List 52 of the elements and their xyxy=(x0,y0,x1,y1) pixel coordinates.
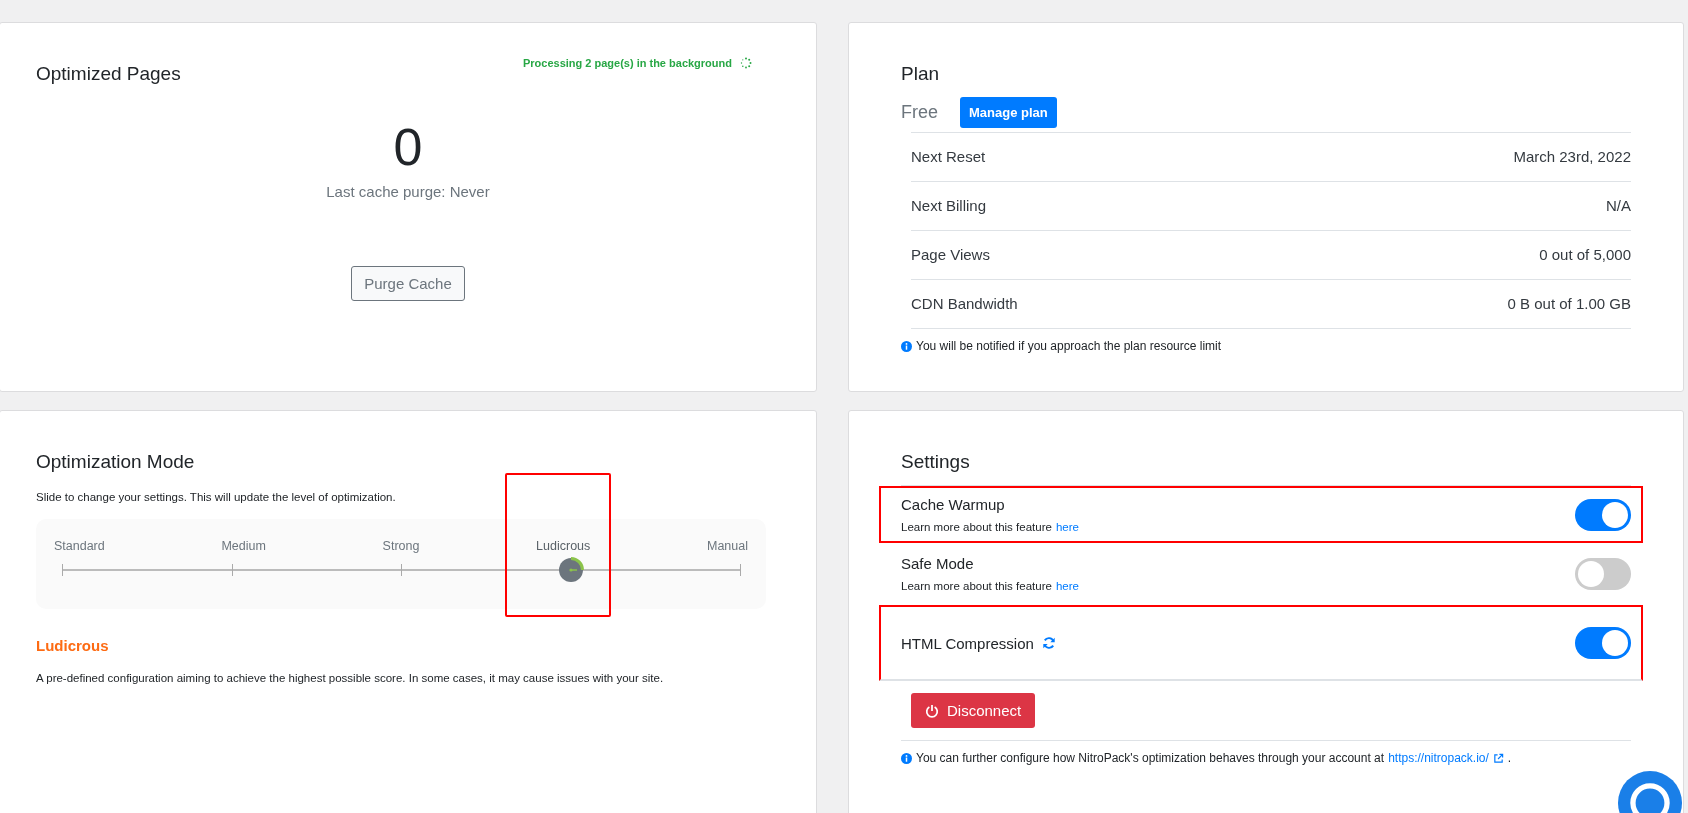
slider-stop-label[interactable]: Standard xyxy=(54,539,105,553)
setting-label: HTML Compression xyxy=(901,634,1034,652)
tick-mark xyxy=(62,564,63,576)
power-icon xyxy=(925,703,939,718)
settings-note-end: . xyxy=(1507,751,1512,765)
manage-plan-button[interactable]: Manage plan xyxy=(960,97,1057,128)
learn-more-link[interactable]: here xyxy=(1055,580,1079,592)
plan-note: You will be notified if you approach the plan resource limit xyxy=(916,339,1222,353)
card-title: Optimized Pages xyxy=(36,63,181,85)
mode-explanation: A pre-defined configuration aiming to achieve the highest possible score. In some cases, it may cause issues with your site. xyxy=(36,672,665,684)
processing-status: Processing 2 page(s) in the background xyxy=(522,57,732,69)
plan-row-label: CDN Bandwidth xyxy=(911,295,1018,313)
learn-more-link[interactable]: here xyxy=(1055,521,1079,533)
optimized-count: 0 xyxy=(393,117,423,177)
plan-row-label: Page Views xyxy=(911,246,990,264)
setting-hint: Learn more about this feature xyxy=(901,580,1052,592)
toggle-switch[interactable] xyxy=(1575,627,1631,659)
plan-row-value: N/A xyxy=(1606,197,1631,215)
plan-row-value: 0 out of 5,000 xyxy=(1539,246,1631,264)
info-icon xyxy=(901,340,912,352)
toggle-switch[interactable] xyxy=(1575,498,1631,531)
setting-hint: Learn more about this feature xyxy=(901,521,1052,533)
plan-row-value: March 23rd, 2022 xyxy=(1513,148,1631,166)
mode-name: Ludicrous xyxy=(36,637,110,654)
nitropack-link[interactable]: https://nitropack.io/ xyxy=(1388,751,1489,765)
card-title: Optimization Mode xyxy=(36,451,196,473)
tick-mark xyxy=(231,564,233,576)
slider-stop-label[interactable]: Manual xyxy=(707,539,748,553)
disconnect-button[interactable]: Disconnect xyxy=(911,693,1036,728)
slider-thumb[interactable] xyxy=(557,557,584,583)
slider-stop-label[interactable]: Ludicrous xyxy=(536,539,591,553)
plan-row-label: Next Billing xyxy=(911,197,987,215)
last-purge-text: Last cache purge: Never xyxy=(326,183,490,200)
refresh-icon[interactable] xyxy=(1041,636,1056,650)
slider-stop-label[interactable]: Medium xyxy=(221,539,266,553)
setting-label: Cache Warmup xyxy=(901,496,1005,513)
info-icon xyxy=(901,752,912,764)
tick-mark xyxy=(401,564,402,576)
card-title: Plan xyxy=(901,63,941,85)
settings-note: You can further configure how NitroPack's optimization behaves through your account at xyxy=(916,751,1385,765)
plan-row-label: Next Reset xyxy=(911,148,986,166)
plan-name: Free xyxy=(901,102,938,123)
external-link-icon xyxy=(1492,752,1504,764)
slider-stop-label[interactable]: Strong xyxy=(382,539,420,553)
toggle-switch[interactable] xyxy=(1575,557,1631,590)
card-title: Settings xyxy=(901,451,971,473)
plan-row-value: 0 B out of 1.00 GB xyxy=(1507,295,1631,313)
purge-cache-button[interactable]: Purge Cache xyxy=(351,266,465,301)
tick-mark xyxy=(740,564,741,576)
setting-label: Safe Mode xyxy=(901,555,974,572)
mode-description: Slide to change your settings. This will update the level of optimization. xyxy=(36,491,397,503)
spinner-icon xyxy=(740,57,752,69)
